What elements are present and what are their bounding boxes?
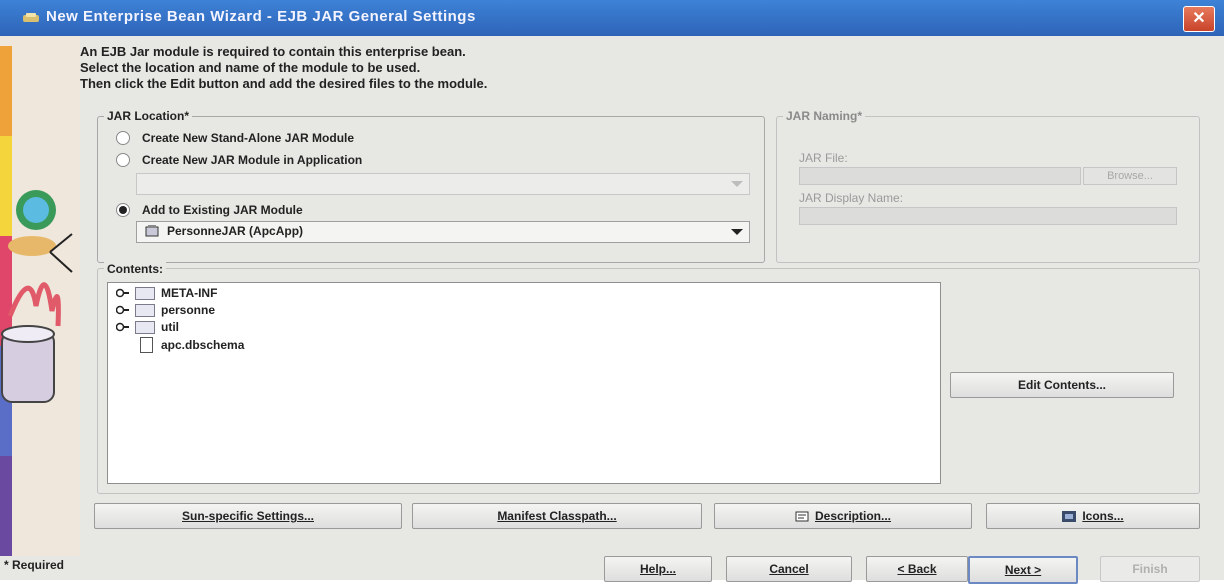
tree-toggle-icon[interactable] (116, 322, 130, 332)
chevron-down-icon (731, 229, 743, 235)
description-icon (795, 511, 809, 521)
browse-button: Browse... (1083, 167, 1177, 185)
app-icon (23, 13, 39, 22)
radio-label: Create New Stand-Alone JAR Module (142, 131, 355, 145)
tree-node-label: personne (161, 303, 216, 317)
intro-line: Select the location and name of the modu… (80, 60, 421, 75)
jar-naming-group: JAR Naming* JAR File: Browse... JAR Disp… (776, 109, 1200, 263)
finish-button: Finish (1100, 556, 1200, 582)
description-button[interactable]: Description... (714, 503, 972, 529)
intro-line: An EJB Jar module is required to contain… (80, 44, 466, 59)
required-note: * Required (4, 558, 65, 572)
button-label: Icons... (1082, 509, 1124, 523)
contents-legend: Contents: (104, 262, 166, 276)
contents-tree[interactable]: META-INF personne util apc.dbschema (107, 282, 941, 484)
button-label: Cancel (769, 562, 809, 576)
sun-specific-settings-button[interactable]: Sun-specific Settings... (94, 503, 402, 529)
radio-button[interactable] (116, 131, 130, 145)
tree-node-folder[interactable]: personne (116, 302, 215, 318)
wizard-dialog: New Enterprise Bean Wizard - EJB JAR Gen… (0, 0, 1224, 584)
manifest-classpath-button[interactable]: Manifest Classpath... (412, 503, 702, 529)
tree-node-label: util (161, 320, 179, 334)
radio-existing-jar[interactable]: Add to Existing JAR Module (116, 201, 303, 219)
icons-button[interactable]: Icons... (986, 503, 1200, 529)
tree-node-folder[interactable]: util (116, 319, 179, 335)
button-label: Sun-specific Settings... (181, 509, 315, 523)
title-bar: New Enterprise Bean Wizard - EJB JAR Gen… (0, 0, 1224, 36)
jar-file-label: JAR File: (799, 151, 848, 165)
radio-standalone-jar[interactable]: Create New Stand-Alone JAR Module (116, 129, 354, 147)
close-icon[interactable]: ✕ (1183, 6, 1215, 32)
folder-icon (135, 303, 155, 317)
icons-icon (1062, 510, 1077, 522)
existing-jar-combo[interactable]: PersonneJAR (ApcApp) (136, 221, 750, 243)
combo-value: PersonneJAR (ApcApp) (167, 224, 304, 238)
intro-text: An EJB Jar module is required to contain… (80, 44, 487, 92)
button-label: Next > (1004, 563, 1042, 577)
button-label: Finish (1132, 562, 1168, 576)
radio-label: Add to Existing JAR Module (142, 203, 303, 217)
tree-node-file[interactable]: apc.dbschema (140, 337, 244, 353)
jar-file-field (799, 167, 1081, 185)
tree-toggle-icon[interactable] (116, 288, 130, 298)
jar-location-legend: JAR Location* (104, 109, 193, 123)
tree-node-label: META-INF (161, 286, 218, 300)
help-button[interactable]: Help... (604, 556, 712, 582)
window-title: New Enterprise Bean Wizard - EJB JAR Gen… (46, 8, 476, 25)
chevron-down-icon (731, 181, 743, 187)
edit-contents-button[interactable]: Edit Contents... (950, 372, 1174, 398)
file-icon (140, 337, 153, 353)
tree-node-folder[interactable]: META-INF (116, 285, 217, 301)
folder-icon (135, 320, 155, 334)
jar-display-name-label: JAR Display Name: (799, 191, 904, 205)
button-label: Manifest Classpath... (497, 509, 617, 523)
cancel-button[interactable]: Cancel (726, 556, 852, 582)
jar-display-name-field (799, 207, 1177, 225)
tree-toggle-icon[interactable] (116, 305, 130, 315)
folder-icon (135, 286, 155, 300)
back-button[interactable]: < Back (866, 556, 968, 582)
radio-jar-in-application[interactable]: Create New JAR Module in Application (116, 151, 362, 169)
jar-location-group: JAR Location* Create New Stand-Alone JAR… (97, 109, 765, 263)
application-combo (136, 173, 750, 195)
radio-button[interactable] (116, 153, 130, 167)
jar-icon (145, 225, 159, 237)
radio-button[interactable] (116, 203, 130, 217)
button-label: Description... (814, 509, 891, 523)
intro-line: Then click the Edit button and add the d… (80, 76, 488, 91)
radio-label: Create New JAR Module in Application (142, 153, 363, 167)
tree-node-label: apc.dbschema (161, 338, 245, 352)
jar-naming-legend: JAR Naming* (783, 109, 866, 123)
wizard-art-icon (0, 36, 80, 556)
button-label: Help... (639, 562, 676, 576)
button-label: Edit Contents... (1018, 378, 1106, 392)
button-label: < Back (897, 562, 937, 576)
